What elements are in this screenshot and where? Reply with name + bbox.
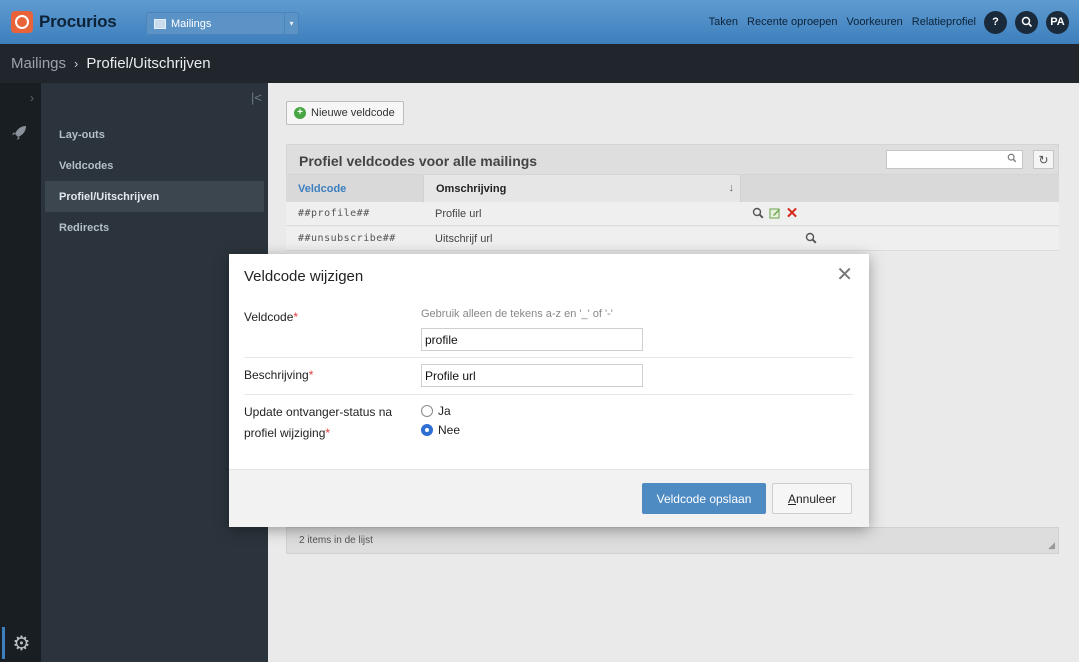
search-button[interactable]	[1015, 10, 1038, 34]
dialog-footer: Veldcode opslaan Annuleer	[229, 469, 869, 527]
module-select-label: Mailings	[171, 17, 212, 30]
logo[interactable]: Procurios	[11, 11, 117, 33]
beschrijving-label-text: Beschrijving	[244, 368, 309, 382]
nav-relatieprofiel[interactable]: Relatieprofiel	[912, 16, 976, 28]
cancel-label-rest: nnuleer	[795, 491, 837, 506]
chevron-down-icon[interactable]: ▾	[284, 13, 298, 34]
radio-ja-circle[interactable]	[421, 405, 433, 417]
top-nav: Taken Recente oproepen Voorkeuren Relati…	[700, 0, 1069, 44]
radio-ja-label: Ja	[438, 404, 451, 418]
sidebar-item-lay-outs[interactable]: Lay-outs	[45, 119, 264, 150]
status-label-line2-wrap: profiel wijziging*	[244, 424, 392, 443]
sort-down-icon: ↓	[728, 182, 735, 194]
breadcrumb: Mailings › Profiel/Uitschrijven	[0, 44, 1079, 83]
panel-search-input[interactable]	[886, 150, 1023, 169]
required-mark: *	[325, 426, 331, 440]
status-label-line2: profiel wijziging	[244, 426, 326, 440]
required-mark: *	[308, 368, 314, 382]
nav-recente-oproepen[interactable]: Recente oproepen	[747, 16, 838, 28]
rocket-icon[interactable]	[9, 123, 29, 148]
new-veldcode-button[interactable]: + Nieuwe veldcode	[286, 101, 404, 125]
collapse-sidebar-icon[interactable]: |<	[251, 90, 262, 105]
table-header: Veldcode Omschrijving ↓	[286, 175, 1059, 202]
sidebar-item-redirects[interactable]: Redirects	[45, 212, 264, 243]
avatar[interactable]: PA	[1046, 10, 1069, 34]
nav-taken[interactable]: Taken	[709, 16, 738, 28]
column-header-omschrijving-label: Omschrijving	[436, 183, 507, 195]
table-row[interactable]: ##unsubscribe## Uitschrijf url	[286, 227, 1059, 251]
delete-icon[interactable]: ✕	[784, 205, 800, 222]
help-button[interactable]: ?	[984, 10, 1007, 34]
radio-nee-circle[interactable]	[421, 424, 433, 436]
item-count: 2 items in de lijst	[299, 535, 373, 546]
column-header-omschrijving[interactable]: Omschrijving ↓	[423, 175, 741, 202]
veldcode-label-text: Veldcode	[244, 310, 294, 324]
cancel-accesskey: A	[787, 491, 796, 506]
row-description: Profile url	[435, 208, 482, 220]
expand-icon[interactable]: ›	[30, 91, 34, 105]
top-bar: Procurios Mailings ▾ Taken Recente oproe…	[0, 0, 1079, 44]
close-icon[interactable]: ✕	[836, 265, 853, 285]
panel-header: Profiel veldcodes voor alle mailings ↻	[286, 144, 1059, 175]
list-footer: 2 items in de lijst ◢	[286, 527, 1059, 554]
gear-icon[interactable]: ⚙	[2, 627, 38, 659]
table-row[interactable]: ##profile## Profile url ✕	[286, 202, 1059, 226]
veldcode-label: Veldcode*	[244, 308, 298, 327]
view-icon[interactable]	[750, 205, 766, 221]
edit-icon[interactable]	[767, 205, 783, 221]
rocket-svg	[12, 126, 26, 140]
breadcrumb-current: Profiel/Uitschrijven	[86, 55, 211, 72]
cancel-button[interactable]: Annuleer	[772, 483, 852, 514]
status-label-line1: Update ontvanger-status na	[244, 405, 393, 419]
dialog-title: Veldcode wijzigen	[244, 268, 364, 285]
search-icon	[1021, 16, 1032, 28]
view-icon[interactable]	[803, 230, 819, 246]
module-select[interactable]: Mailings ▾	[146, 12, 299, 35]
new-veldcode-label: Nieuwe veldcode	[311, 107, 395, 119]
sidebar-item-profiel-uitschrijven[interactable]: Profiel/Uitschrijven	[45, 181, 264, 212]
sidebar-item-veldcodes[interactable]: Veldcodes	[45, 150, 264, 181]
panel-title: Profiel veldcodes voor alle mailings	[299, 153, 538, 169]
column-header-veldcode[interactable]: Veldcode	[298, 183, 346, 195]
veldcode-hint: Gebruik alleen de tekens a-z en '_' of '…	[421, 308, 613, 320]
resize-handle-icon[interactable]: ◢	[1048, 540, 1055, 551]
row-description: Uitschrijf url	[435, 233, 493, 245]
row-code: ##unsubscribe##	[298, 233, 396, 244]
radio-nee[interactable]: Nee	[421, 423, 460, 437]
form-row-status: Update ontvanger-status na profiel wijzi…	[244, 395, 853, 457]
breadcrumb-separator: ›	[74, 56, 79, 71]
save-veldcode-button[interactable]: Veldcode opslaan	[642, 483, 766, 514]
status-label: Update ontvanger-status na profiel wijzi…	[244, 403, 392, 443]
row-actions	[803, 230, 820, 246]
radio-ja[interactable]: Ja	[421, 404, 451, 418]
nav-voorkeuren[interactable]: Voorkeuren	[847, 16, 903, 28]
beschrijving-label: Beschrijving*	[244, 366, 313, 385]
edit-veldcode-dialog: Veldcode wijzigen ✕ Veldcode* Gebruik al…	[229, 254, 869, 527]
form-row-beschrijving: Beschrijving* Profile url	[244, 358, 853, 395]
radio-nee-label: Nee	[438, 423, 461, 437]
refresh-icon[interactable]: ↻	[1033, 150, 1054, 169]
row-actions: ✕	[750, 205, 801, 222]
breadcrumb-root[interactable]: Mailings	[11, 55, 66, 72]
brand-name: Procurios	[39, 12, 117, 31]
required-mark: *	[293, 310, 299, 324]
plus-icon: +	[294, 107, 306, 119]
beschrijving-input[interactable]: Profile url	[421, 364, 643, 387]
search-icon	[1007, 153, 1017, 166]
left-rail: › ⚙	[0, 83, 41, 662]
row-code: ##profile##	[298, 208, 370, 219]
mailings-icon	[154, 18, 166, 29]
veldcode-input[interactable]: profile	[421, 328, 643, 351]
form-row-veldcode: Veldcode* Gebruik alleen de tekens a-z e…	[244, 301, 853, 358]
procurios-logo-icon	[11, 11, 33, 33]
